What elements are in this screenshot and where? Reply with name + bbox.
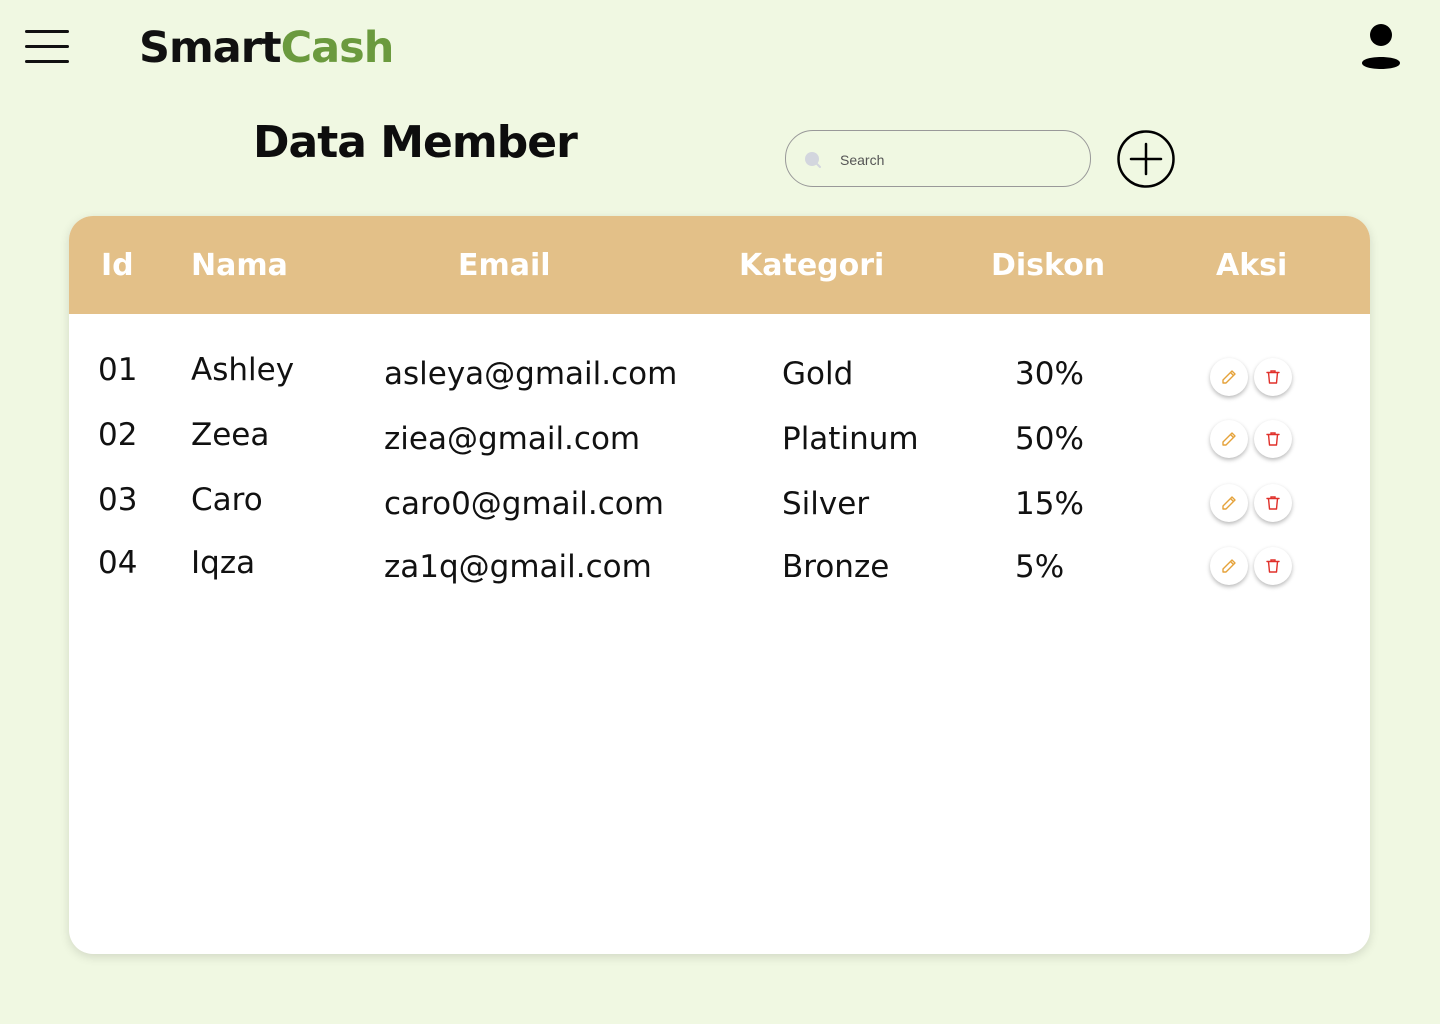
page-title: Data Member	[253, 117, 578, 168]
search-box[interactable]	[785, 130, 1091, 187]
table-row: 01 Ashley asleya@gmail.com Gold 30%	[69, 346, 1370, 406]
cell-email: asleya@gmail.com	[384, 356, 678, 392]
column-header-nama: Nama	[191, 248, 288, 283]
cell-nama: Iqza	[191, 545, 256, 581]
cell-email: ziea@gmail.com	[384, 421, 641, 457]
delete-button[interactable]	[1254, 547, 1292, 585]
column-header-diskon: Diskon	[991, 248, 1106, 283]
delete-button[interactable]	[1254, 484, 1292, 522]
cell-nama: Caro	[191, 482, 263, 518]
add-member-button[interactable]	[1117, 130, 1175, 188]
cell-email: caro0@gmail.com	[384, 486, 664, 522]
delete-button[interactable]	[1254, 420, 1292, 458]
cell-nama: Zeea	[191, 417, 270, 453]
hamburger-menu-icon[interactable]	[25, 30, 69, 64]
edit-button[interactable]	[1210, 484, 1248, 522]
menu-bar	[25, 45, 69, 48]
column-header-aksi: Aksi	[1216, 248, 1288, 283]
search-icon	[804, 151, 822, 169]
table-row: 04 Iqza za1q@gmail.com Bronze 5%	[69, 539, 1370, 599]
cell-id: 01	[98, 352, 138, 388]
cell-diskon: 50%	[1015, 421, 1084, 457]
brand-text-smart: Smart	[139, 23, 282, 73]
edit-button[interactable]	[1210, 358, 1248, 396]
menu-bar	[25, 60, 69, 63]
table-row: 03 Caro caro0@gmail.com Silver 15%	[69, 476, 1370, 536]
cell-nama: Ashley	[191, 352, 295, 388]
column-header-id: Id	[101, 248, 134, 283]
cell-kategori: Bronze	[782, 549, 890, 585]
edit-button[interactable]	[1210, 547, 1248, 585]
user-profile-icon[interactable]	[1360, 22, 1402, 72]
trash-icon	[1266, 370, 1280, 384]
search-input[interactable]	[838, 145, 1072, 175]
cell-kategori: Silver	[782, 486, 870, 522]
cell-id: 04	[98, 545, 138, 581]
trash-icon	[1266, 496, 1280, 510]
edit-button[interactable]	[1210, 420, 1248, 458]
cell-kategori: Gold	[782, 356, 854, 392]
delete-button[interactable]	[1254, 358, 1292, 396]
pencil-icon	[1222, 432, 1236, 446]
brand-text-cash: Cash	[280, 23, 395, 73]
column-header-kategori: Kategori	[739, 248, 885, 283]
member-table-card: Id Nama Email Kategori Diskon Aksi 01 As…	[69, 216, 1370, 954]
cell-kategori: Platinum	[782, 421, 919, 457]
pencil-icon	[1222, 496, 1236, 510]
cell-diskon: 5%	[1015, 549, 1065, 585]
trash-icon	[1266, 432, 1280, 446]
table-row: 02 Zeea ziea@gmail.com Platinum 50%	[69, 411, 1370, 471]
brand-logo: SmartCash	[139, 22, 395, 74]
plus-circle-icon	[1117, 130, 1175, 188]
table-header: Id Nama Email Kategori Diskon Aksi	[69, 216, 1370, 314]
column-header-email: Email	[458, 248, 551, 283]
cell-id: 03	[98, 482, 138, 518]
cell-diskon: 30%	[1015, 356, 1084, 392]
cell-id: 02	[98, 417, 138, 453]
pencil-icon	[1222, 370, 1236, 384]
pencil-icon	[1222, 559, 1236, 573]
menu-bar	[25, 30, 69, 33]
trash-icon	[1266, 559, 1280, 573]
cell-diskon: 15%	[1015, 486, 1084, 522]
cell-email: za1q@gmail.com	[384, 549, 652, 585]
